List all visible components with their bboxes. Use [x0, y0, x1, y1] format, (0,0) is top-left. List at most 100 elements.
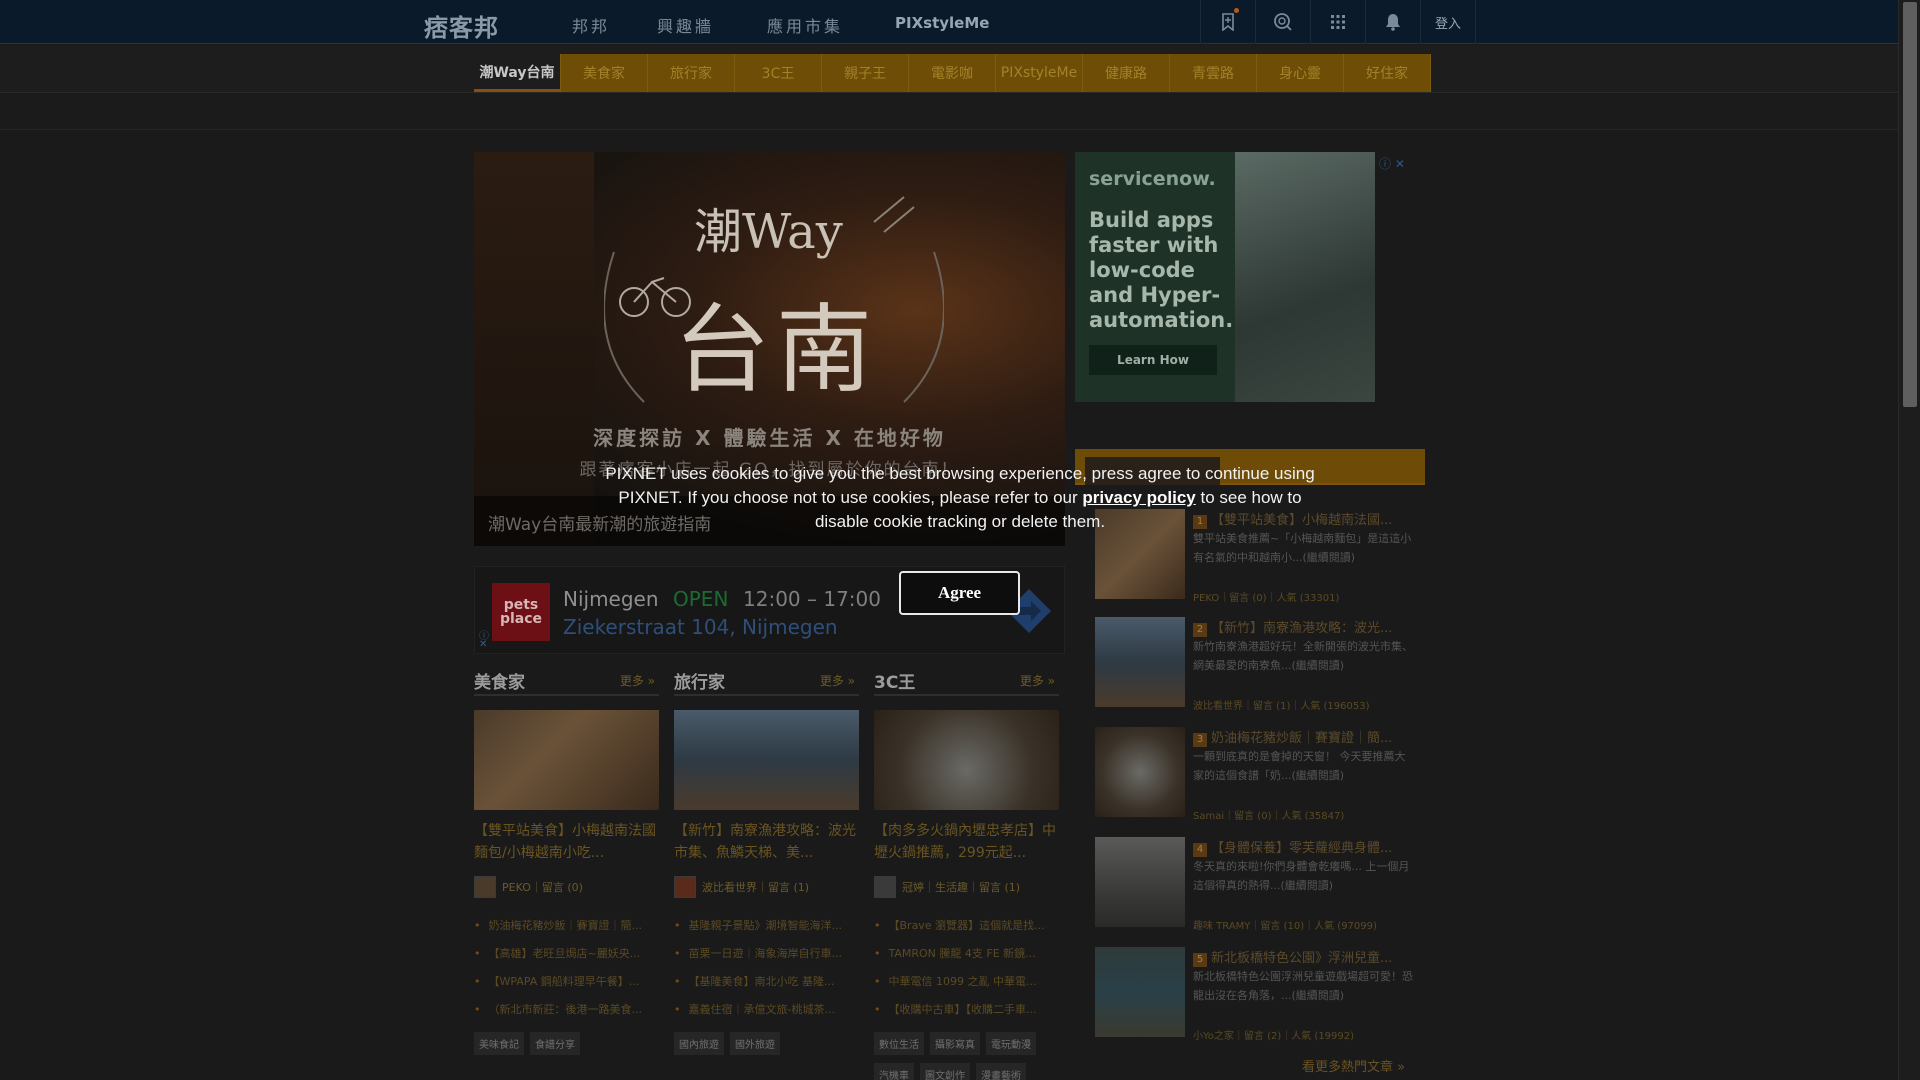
title-text[interactable]: 【新竹】南寮漁港攻略：波光... [1211, 621, 1392, 636]
article-author: 波比看世界｜留言 (1) [674, 876, 859, 898]
hot-article-item[interactable]: 5 新北板橋特色公園》浮洲兒童... 新北板橋特色公園浮洲兒童遊戲場超可愛！恐龍出… [1095, 947, 1415, 1047]
adchoices-icon[interactable]: ⓘ ✕ [1379, 155, 1405, 172]
title-text[interactable]: 奶油梅花豬炒飯｜賽寶證｜簡... [1211, 731, 1392, 746]
nav-app-market[interactable]: 應用市集 [767, 13, 843, 37]
vertical-scrollbar[interactable] [1898, 0, 1920, 1080]
author-meta[interactable]: 冠婷｜生活趣｜留言 (1) [902, 879, 1020, 895]
hot-article-meta[interactable]: 趣味 TRAMY｜留言 (10)｜人氣 (97099) [1193, 917, 1377, 932]
article-thumbnail[interactable] [1095, 947, 1185, 1037]
hot-article-title[interactable]: 4 【身體保養】零芙蘿經典身體... [1193, 837, 1415, 857]
list-item[interactable]: 苗栗一日遊｜海象海岸自行車... [674, 940, 859, 968]
hot-article-meta[interactable]: 波比看世界｜留言 (1)｜人氣 (196053) [1193, 697, 1370, 712]
more-link[interactable]: 更多 » [620, 672, 655, 689]
list-item[interactable]: 【WPAPA 鋼船料理早午餐】... [474, 968, 659, 996]
category-tab-3c[interactable]: 3C王 [735, 54, 822, 92]
author-meta[interactable]: PEKO｜留言 (0) [502, 879, 583, 895]
avatar[interactable] [474, 876, 496, 898]
article-thumbnail[interactable] [474, 710, 659, 810]
tag[interactable]: 國內旅遊 [674, 1032, 724, 1055]
article-thumbnail[interactable] [1095, 727, 1185, 817]
article-headline[interactable]: 【新竹】南寮漁港攻略：波光市集、魚鱗天梯、美... [674, 820, 859, 864]
category-tab-food[interactable]: 美食家 [561, 54, 648, 92]
nav-interest-wall[interactable]: 興趣牆 [657, 13, 714, 37]
list-item[interactable]: 【收購中古車】【收購二手車... [874, 996, 1059, 1024]
hot-article-meta[interactable]: 小Yo之家｜留言 (2)｜人氣 (19992) [1193, 1027, 1354, 1042]
article-thumbnail[interactable] [674, 710, 859, 810]
list-item[interactable]: TAMRON 騰龍 4支 FE 新鏡... [874, 940, 1059, 968]
bell-icon[interactable] [1365, 0, 1420, 44]
hot-article-meta[interactable]: Samai｜留言 (0)｜人氣 (35847) [1193, 807, 1344, 822]
article-author: 冠婷｜生活趣｜留言 (1) [874, 876, 1059, 898]
hero-subtitle: 深度探訪 X 體驗生活 X 在地好物 [593, 426, 946, 450]
servicenow-ad[interactable]: servicenow. Build apps faster with low-c… [1075, 152, 1375, 402]
list-item[interactable]: 【Brave 瀏覽器】這個就是找... [874, 912, 1059, 940]
article-thumbnail[interactable] [1095, 837, 1185, 927]
bookmark-icon[interactable] [1200, 0, 1255, 44]
column-title: 美食家 [474, 673, 525, 693]
hot-article-desc: 雙平站美食推薦~「小梅越南麵包」是這這小有名氣的中和越南小...(繼續閱讀) [1193, 532, 1412, 564]
list-item[interactable]: 【高雄】老旺旦焗店~麗妖央... [474, 940, 659, 968]
hot-article-item[interactable]: 4 【身體保養】零芙蘿經典身體... 冬天真的來啦!你們身體會乾癢嗎... 上一個… [1095, 837, 1415, 937]
tag[interactable]: 國外旅遊 [730, 1032, 780, 1055]
article-headline[interactable]: 【肉多多火鍋內壢忠孝店】中壢火鍋推薦，299元起... [874, 820, 1059, 864]
scrollbar-thumb[interactable] [1903, 2, 1917, 407]
category-tab-mind[interactable]: 身心靈 [1257, 54, 1344, 92]
hot-article-title[interactable]: 2 【新竹】南寮漁港攻略：波光... [1193, 617, 1415, 637]
article-headline[interactable]: 【雙平站美食】小梅越南法國麵包/小梅越南小吃... [474, 820, 659, 864]
avatar[interactable] [674, 876, 696, 898]
title-text[interactable]: 【身體保養】零芙蘿經典身體... [1211, 841, 1392, 856]
hot-article-desc: 新北板橋特色公園浮洲兒童遊戲場超可愛！恐龍出沒在各角落，...(繼續閱讀) [1193, 970, 1413, 1002]
nav-bangbang[interactable]: 邦邦 [572, 13, 610, 37]
tag[interactable]: 電玩動漫 [986, 1032, 1036, 1055]
column-3c: 3C王 更多 » 【肉多多火鍋內壢忠孝店】中壢火鍋推薦，299元起... 冠婷｜… [874, 668, 1059, 1080]
nav-pixstyleme[interactable]: PIXstyleMe [895, 14, 989, 32]
rank-badge: 2 [1193, 623, 1207, 637]
category-tab-travel[interactable]: 旅行家 [648, 54, 735, 92]
category-tab-tainan[interactable]: 潮Way台南 [474, 54, 561, 92]
author-meta[interactable]: 波比看世界｜留言 (1) [702, 879, 809, 895]
ad-close-icon[interactable]: ✕ [479, 639, 487, 650]
pets-place-logo: pets place [492, 583, 550, 641]
list-item[interactable]: 基隆親子景點》潮境智能海洋... [674, 912, 859, 940]
hot-article-meta[interactable]: PEKO｜留言 (0)｜人氣 (33301) [1193, 589, 1339, 604]
agree-button[interactable]: Agree [899, 571, 1020, 615]
avatar[interactable] [874, 876, 896, 898]
tag[interactable]: 漫畫藝術 [976, 1063, 1026, 1080]
tag[interactable]: 數位生活 [874, 1032, 924, 1055]
hot-article-title[interactable]: 3 奶油梅花豬炒飯｜賽寶證｜簡... [1193, 727, 1415, 747]
category-tab-career[interactable]: 青雲路 [1170, 54, 1257, 92]
column-header: 旅行家 更多 » [674, 668, 859, 696]
more-link[interactable]: 更多 » [820, 672, 855, 689]
article-thumbnail[interactable] [874, 710, 1059, 810]
list-item[interactable]: 嘉義住宿｜承億文旅-桃城茶... [674, 996, 859, 1024]
article-thumbnail[interactable] [1095, 617, 1185, 707]
category-tab-pixstyleme[interactable]: PIXstyleMe [996, 54, 1083, 92]
tag[interactable]: 食譜分享 [530, 1032, 580, 1055]
hero-street-photo [474, 152, 594, 546]
search-icon[interactable] [1255, 0, 1310, 44]
privacy-policy-link[interactable]: privacy policy [1082, 488, 1195, 507]
hot-article-item[interactable]: 3 奶油梅花豬炒飯｜賽寶證｜簡... 一顆到底真的是會掉的天窗！ 今天要推薦大家的… [1095, 727, 1415, 827]
list-item[interactable]: 【基隆美食】南北小吃 基隆... [674, 968, 859, 996]
pixnet-logo[interactable]: 痞客邦 [424, 8, 499, 43]
learn-how-button[interactable]: Learn How [1089, 345, 1217, 375]
tag[interactable]: 攝影寫真 [930, 1032, 980, 1055]
list-item[interactable]: 奶油梅花豬炒飯｜賽寶證｜簡... [474, 912, 659, 940]
tag[interactable]: 汽機車 [874, 1063, 914, 1080]
hot-article-title[interactable]: 5 新北板橋特色公園》浮洲兒童... [1193, 947, 1415, 967]
category-tab-parenting[interactable]: 親子王 [822, 54, 909, 92]
tag[interactable]: 美味食記 [474, 1032, 524, 1055]
apps-grid-icon[interactable] [1310, 0, 1365, 44]
login-button[interactable]: 登入 [1420, 0, 1476, 44]
list-item[interactable]: （新北市新莊：後港一路美食... [474, 996, 659, 1024]
title-text[interactable]: 新北板橋特色公園》浮洲兒童... [1211, 951, 1392, 966]
tag[interactable]: 圖文創作 [920, 1063, 970, 1080]
category-tabs: 潮Way台南 美食家 旅行家 3C王 親子王 電影咖 PIXstyleMe 健康… [474, 54, 1431, 92]
more-link[interactable]: 更多 » [1020, 672, 1055, 689]
list-item[interactable]: 中華電信 1099 之亂 中華電... [874, 968, 1059, 996]
hot-article-item[interactable]: 2 【新竹】南寮漁港攻略：波光... 新竹南寮漁港超好玩！全新開張的波光市集、網美… [1095, 617, 1415, 717]
category-tab-movie[interactable]: 電影咖 [909, 54, 996, 92]
category-tab-health[interactable]: 健康路 [1083, 54, 1170, 92]
category-tab-home[interactable]: 好住家 [1344, 54, 1431, 92]
more-hot-articles-link[interactable]: 看更多熱門文章 » [1302, 1056, 1405, 1075]
